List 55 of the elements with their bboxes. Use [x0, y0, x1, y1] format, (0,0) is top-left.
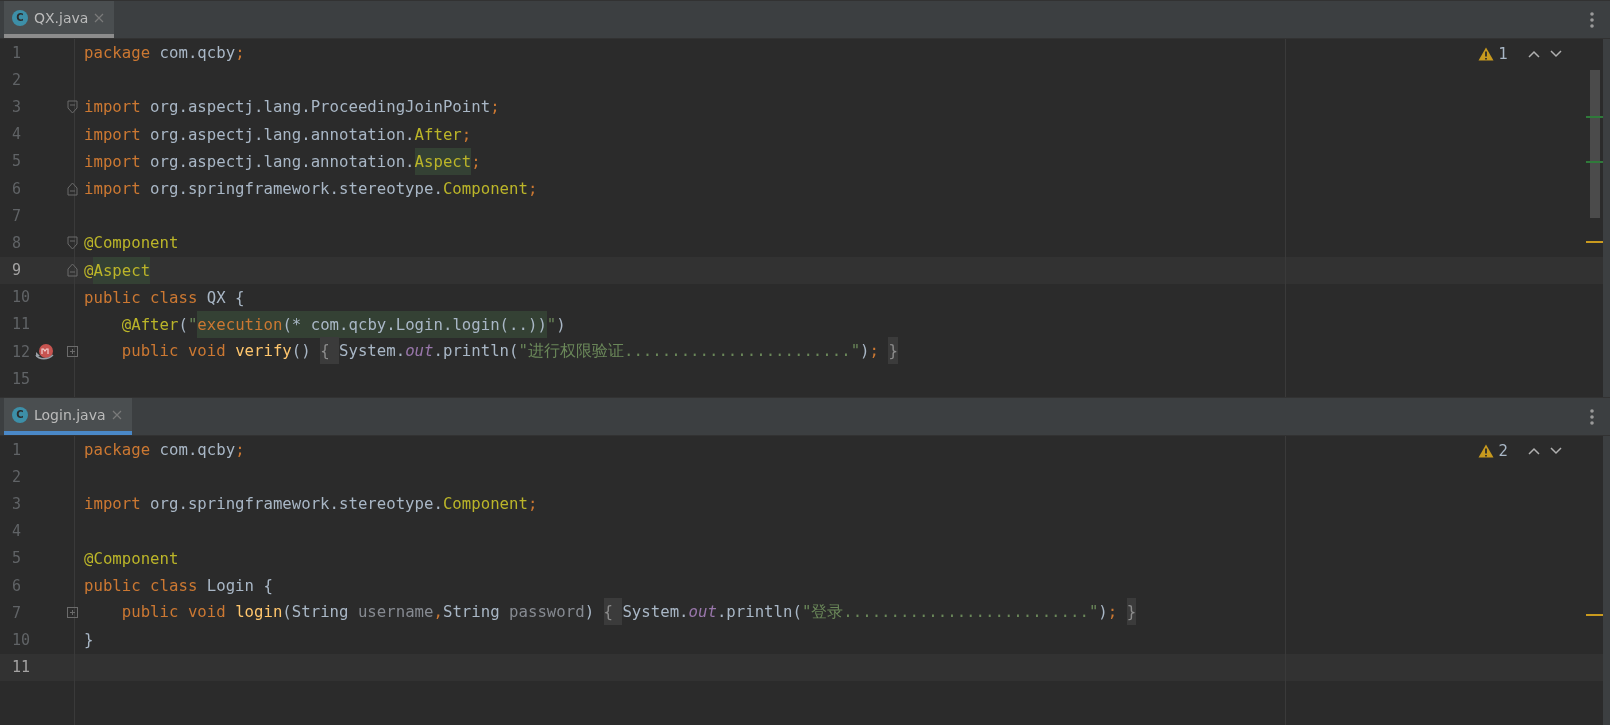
code-line: @Component: [83, 233, 179, 253]
line-number: 5: [12, 549, 23, 568]
fold-icon[interactable]: [67, 235, 78, 250]
fold-end-icon[interactable]: [67, 263, 78, 278]
code-line: import org.springframework.stereotype.Component;: [83, 494, 538, 514]
override-icon[interactable]: [34, 341, 56, 362]
file-tab[interactable]: C Login.java: [4, 398, 132, 435]
line-number: 4: [12, 522, 23, 541]
more-icon[interactable]: [1590, 408, 1594, 425]
chevron-up-icon[interactable]: [1528, 447, 1540, 455]
line-number: 6: [12, 576, 23, 595]
warning-icon[interactable]: [1478, 47, 1495, 61]
line-number: 12: [12, 342, 32, 361]
more-icon[interactable]: [1590, 11, 1594, 28]
line-number: 7: [12, 603, 23, 622]
file-tab[interactable]: C QX.java: [4, 1, 115, 38]
close-icon[interactable]: [94, 12, 105, 23]
warning-count[interactable]: 1: [1498, 45, 1508, 63]
line-number: 11: [12, 315, 32, 334]
chevron-down-icon[interactable]: [1550, 447, 1562, 455]
line-number: 2: [12, 467, 23, 486]
warning-count[interactable]: 2: [1498, 442, 1508, 460]
line-number: 6: [12, 179, 23, 198]
code-line: @Component: [83, 548, 179, 568]
scrollbar-thumb[interactable]: [1590, 70, 1600, 218]
line-number: 9: [12, 261, 23, 280]
code-line: package com.qcby;: [83, 43, 245, 63]
chevron-up-icon[interactable]: [1528, 50, 1540, 58]
line-number: 3: [12, 97, 23, 116]
line-number: 15: [12, 369, 32, 388]
code-line: public class Login {: [83, 576, 273, 596]
line-number: 1: [12, 43, 23, 62]
code-line: package com.qcby;: [83, 440, 245, 460]
line-number: 7: [12, 206, 23, 225]
code-line: public class QX {: [83, 287, 245, 307]
line-number: 4: [12, 125, 23, 144]
line-number: 8: [12, 233, 23, 252]
close-icon[interactable]: [111, 409, 122, 420]
fold-icon[interactable]: [67, 99, 78, 114]
line-number: 10: [12, 288, 32, 307]
line-number: 11: [12, 658, 32, 677]
line-number: 5: [12, 152, 23, 171]
expand-icon[interactable]: [67, 607, 78, 619]
line-number: 10: [12, 630, 32, 649]
warning-icon[interactable]: [1478, 444, 1495, 458]
code-line: import org.aspectj.lang.ProceedingJoinPoint;: [83, 97, 500, 117]
code-line: import org.aspectj.lang.annotation.After;: [83, 124, 472, 144]
line-number: 1: [12, 440, 23, 459]
code-line: import org.springframework.stereotype.Component;: [83, 179, 538, 199]
code-line: }: [83, 630, 94, 650]
line-number: 3: [12, 494, 23, 513]
fold-end-icon[interactable]: [67, 181, 78, 196]
chevron-down-icon[interactable]: [1550, 50, 1562, 58]
expand-icon[interactable]: [67, 346, 78, 358]
line-number: 2: [12, 70, 23, 89]
